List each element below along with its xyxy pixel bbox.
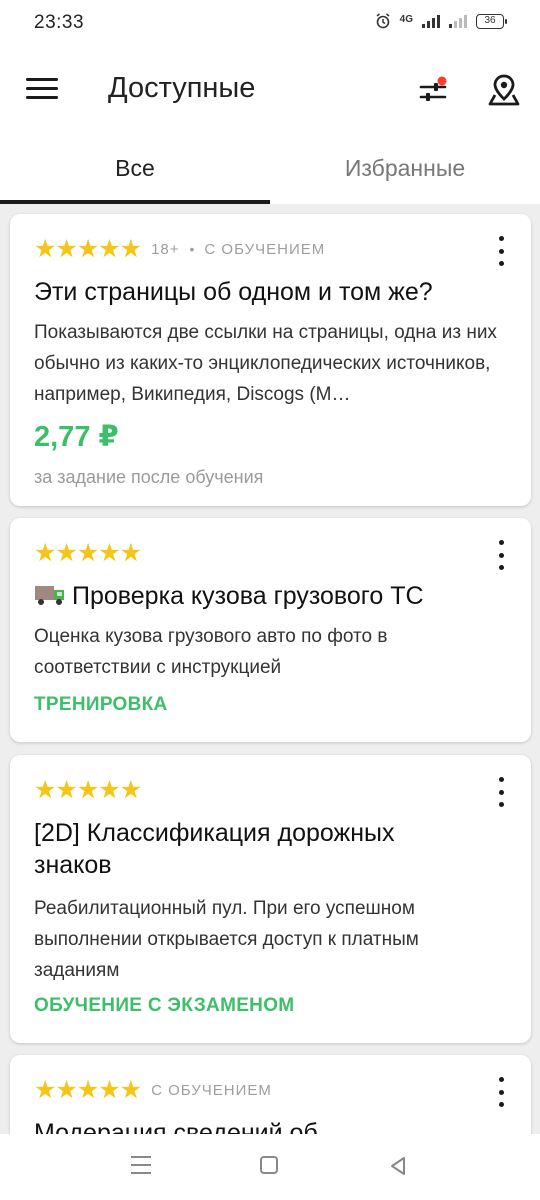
menu-button[interactable] xyxy=(26,78,58,102)
home-button[interactable] xyxy=(260,1156,278,1174)
battery-icon: 36 xyxy=(476,13,507,29)
card-meta: ★★★★★ xyxy=(34,776,142,804)
page-title: Доступные xyxy=(108,72,256,104)
task-tag: ТРЕНИРОВКА xyxy=(34,694,168,715)
task-description: Оценка кузова грузового авто по фото в с… xyxy=(34,626,388,678)
training-badge: С ОБУЧЕНИЕМ xyxy=(204,240,326,258)
age-badge: 18+ xyxy=(151,240,180,258)
task-description: Показываются две ссылки на страницы, одн… xyxy=(34,322,497,405)
back-button[interactable] xyxy=(388,1156,408,1176)
status-bar: 23:33 4G 36 xyxy=(0,0,540,48)
signal-weak-icon xyxy=(449,14,467,28)
task-title: [2D] Классификация дорожных знаков xyxy=(34,819,395,879)
tab-favorites[interactable]: Избранные xyxy=(270,140,540,204)
training-badge: С ОБУЧЕНИЕМ xyxy=(151,1081,272,1099)
map-pin-icon xyxy=(488,74,520,106)
task-card[interactable]: ★★★★★ С ОБУЧЕНИЕМ Модерация сведений об xyxy=(10,1055,531,1134)
signal-icon xyxy=(422,14,440,28)
recent-apps-button[interactable] xyxy=(131,1156,151,1174)
more-options-icon[interactable] xyxy=(493,236,509,266)
task-tag: ОБУЧЕНИЕ С ЭКЗАМЕНОМ xyxy=(34,995,295,1016)
back-icon xyxy=(391,1157,405,1175)
card-meta: ★★★★★ С ОБУЧЕНИЕМ xyxy=(34,1077,272,1103)
price-note: за задание после обучения xyxy=(34,467,264,487)
task-title: Модерация сведений об xyxy=(34,1119,318,1134)
task-price: 2,77 ₽ xyxy=(34,421,119,453)
task-title: Эти страницы об одном и том же? xyxy=(34,278,433,306)
card-meta: ★★★★★ xyxy=(34,539,142,567)
rating-stars: ★★★★★ xyxy=(34,539,142,567)
sliders-icon xyxy=(419,76,447,101)
task-description: Реабилитационный пул. При его успешном в… xyxy=(34,898,419,981)
card-meta: ★★★★★ 18+ • С ОБУЧЕНИЕМ xyxy=(34,236,325,262)
task-list[interactable]: ★★★★★ 18+ • С ОБУЧЕНИЕМ Эти страницы об … xyxy=(0,204,540,1134)
filter-button[interactable] xyxy=(418,76,448,106)
task-card[interactable]: ★★★★★ 18+ • С ОБУЧЕНИЕМ Эти страницы об … xyxy=(10,214,531,506)
status-icons: 4G 36 xyxy=(375,13,507,29)
rating-stars: ★★★★★ xyxy=(34,235,142,263)
rating-stars: ★★★★★ xyxy=(34,776,142,804)
task-title: Проверка кузова грузового ТС xyxy=(72,582,424,610)
status-time: 23:33 xyxy=(34,12,85,33)
task-card[interactable]: ★★★★★ Проверка кузова грузового ТС Оценк… xyxy=(10,518,531,742)
truck-icon xyxy=(35,586,64,605)
hamburger-icon-line xyxy=(26,87,58,90)
more-options-icon[interactable] xyxy=(493,777,509,807)
task-card[interactable]: ★★★★★ [2D] Классификация дорожных знаков… xyxy=(10,755,531,1043)
more-options-icon[interactable] xyxy=(493,1077,509,1107)
more-options-icon[interactable] xyxy=(493,540,509,570)
rating-stars: ★★★★★ xyxy=(34,1076,142,1104)
tab-all[interactable]: Все xyxy=(0,140,270,204)
tab-bar: Все Избранные xyxy=(0,140,540,204)
hamburger-icon-line xyxy=(26,96,58,99)
task-title-row: Проверка кузова грузового ТС xyxy=(34,580,501,612)
map-button[interactable] xyxy=(486,72,522,108)
hamburger-icon-line xyxy=(26,78,58,81)
network-type: 4G xyxy=(399,13,413,25)
alarm-icon xyxy=(376,13,390,29)
system-nav-bar xyxy=(0,1134,540,1200)
app-bar: Доступные xyxy=(0,48,540,140)
meta-separator: • xyxy=(189,241,195,257)
